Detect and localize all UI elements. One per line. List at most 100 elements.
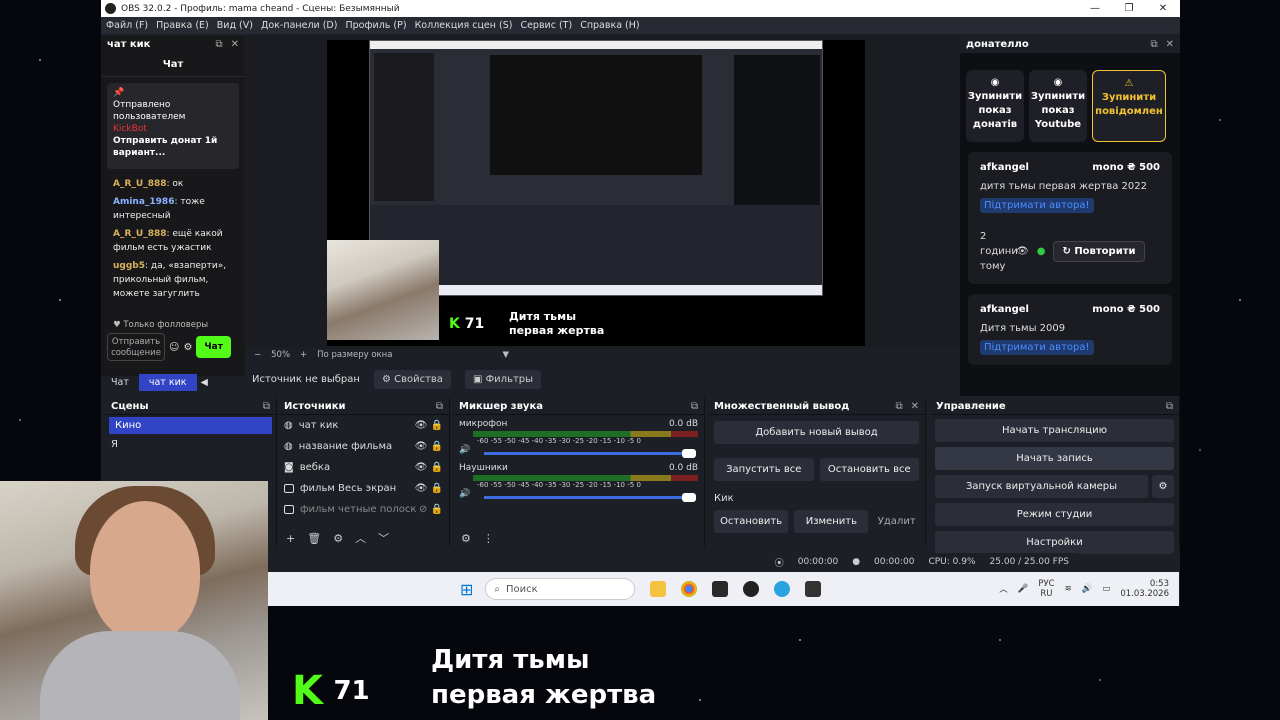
menu-file[interactable]: Файл (F)	[106, 20, 148, 31]
chevron-down-icon[interactable]: ▼	[502, 350, 509, 360]
close-icon[interactable]: ✕	[231, 39, 239, 50]
undock-icon[interactable]: ⧉	[215, 39, 222, 50]
menu-scene-collection[interactable]: Коллекция сцен (S)	[415, 20, 513, 31]
close-button[interactable]: ✕	[1146, 3, 1180, 14]
start-streaming-button[interactable]: Начать трансляцию	[935, 419, 1174, 442]
undock-icon[interactable]: ⧉	[263, 401, 270, 412]
chevron-up-icon[interactable]: ︿	[999, 583, 1008, 595]
delete-output-button[interactable]: Удалит	[874, 510, 919, 533]
clock-time[interactable]: 0:53	[1150, 579, 1169, 589]
menu-icon[interactable]: ⋮	[483, 532, 494, 545]
clock-date[interactable]: 01.03.2026	[1120, 589, 1169, 599]
menu-help[interactable]: Справка (H)	[580, 20, 639, 31]
menu-edit[interactable]: Правка (E)	[156, 20, 209, 31]
repeat-button[interactable]: ↻ Повторити	[1053, 241, 1145, 262]
taskbar-search[interactable]: ⌕ Поиск	[485, 578, 636, 600]
emote-icon[interactable]: ☺	[169, 342, 179, 353]
chat-user[interactable]: A_R_U_888	[113, 179, 167, 189]
up-icon[interactable]: ︿	[355, 530, 366, 546]
lock-icon[interactable]: 🔒	[431, 483, 443, 494]
menu-profile[interactable]: Профиль (P)	[345, 20, 406, 31]
fit-select[interactable]: По размеру окна	[317, 350, 392, 360]
add-output-button[interactable]: Добавить новый вывод	[714, 421, 919, 444]
studio-mode-button[interactable]: Режим студии	[935, 503, 1174, 526]
chat-user[interactable]: uggb5	[113, 261, 145, 271]
tab-arrow-icon[interactable]: ◀	[197, 374, 212, 391]
undock-icon[interactable]: ⧉	[436, 401, 443, 412]
stop-messages-button[interactable]: ⚠ Зупинити повідомлен	[1092, 70, 1166, 142]
chat-input[interactable]: Отправить сообщение	[107, 333, 165, 361]
tab-chat-kick[interactable]: чат кик	[138, 373, 197, 391]
menu-view[interactable]: Вид (V)	[217, 20, 253, 31]
eye-icon[interactable]: 👁	[1016, 246, 1029, 257]
source-item[interactable]: ◙ вебка 👁 🔒	[278, 457, 449, 478]
undock-icon[interactable]: ⧉	[691, 401, 698, 412]
tab-chat[interactable]: Чат	[101, 374, 139, 391]
source-item[interactable]: ◍ чат кик 👁 🔒	[278, 415, 449, 436]
menu-tools[interactable]: Сервис (T)	[520, 20, 572, 31]
support-author-link[interactable]: Підтримати автора!	[980, 198, 1094, 213]
trash-icon[interactable]: 🗑	[307, 532, 321, 545]
eye-icon[interactable]: 👁	[415, 483, 428, 494]
wifi-icon[interactable]: ≋	[1065, 584, 1072, 594]
start-all-button[interactable]: Запустить все	[714, 458, 814, 481]
maximize-button[interactable]: ❐	[1112, 3, 1146, 14]
chat-user[interactable]: Amina_1986	[113, 197, 174, 207]
eye-off-icon[interactable]: ⊘	[419, 504, 427, 515]
battery-icon[interactable]: ▭	[1102, 584, 1110, 594]
start-recording-button[interactable]: Начать запись	[935, 447, 1174, 470]
gear-icon[interactable]: ⚙	[1152, 475, 1174, 498]
zoom-in-button[interactable]: +	[300, 350, 307, 360]
language-code[interactable]: РУС	[1038, 579, 1054, 589]
source-item[interactable]: фильм четные полоск ⊘ 🔒	[278, 499, 449, 520]
support-author-link[interactable]: Підтримати автора!	[980, 340, 1094, 355]
volume-icon[interactable]: 🔊	[1082, 584, 1093, 594]
gear-icon[interactable]: ⚙	[183, 342, 192, 353]
stop-all-button[interactable]: Остановить все	[819, 458, 919, 481]
lock-icon[interactable]: 🔒	[431, 441, 443, 452]
eye-icon[interactable]: 👁	[415, 441, 428, 452]
stop-donations-button[interactable]: ◉ Зупинити показ донатів	[966, 70, 1024, 142]
undock-icon[interactable]: ⧉	[895, 401, 902, 412]
eye-icon[interactable]: 👁	[415, 420, 428, 431]
pinned-message[interactable]: 📌 Отправлено пользователем KickBot Отпра…	[107, 83, 239, 169]
lock-icon[interactable]: 🔒	[431, 462, 443, 473]
scene-item[interactable]: Я	[105, 436, 276, 453]
gear-icon[interactable]: ⚙	[333, 532, 343, 545]
properties-button[interactable]: ⚙ Свойства	[373, 369, 451, 389]
chat-user[interactable]: A_R_U_888	[113, 229, 167, 239]
start-virtual-camera-button[interactable]: Запуск виртуальной камеры	[935, 475, 1148, 498]
speaker-icon[interactable]: 🔊	[459, 489, 470, 499]
davinci-icon[interactable]	[712, 581, 729, 597]
minimize-button[interactable]: —	[1078, 3, 1112, 14]
down-icon[interactable]: ﹀	[378, 530, 389, 546]
source-item[interactable]: фильм Весь экран 👁 🔒	[278, 478, 449, 499]
chrome-icon[interactable]	[681, 581, 698, 597]
windows-start-icon[interactable]: ⊞	[460, 580, 473, 599]
obs-taskbar-icon[interactable]	[743, 581, 760, 597]
stop-youtube-button[interactable]: ◉ Зупинити показ Youtube	[1029, 70, 1087, 142]
undock-icon[interactable]: ⧉	[1166, 401, 1173, 412]
undock-icon[interactable]: ⧉	[1150, 39, 1157, 50]
zoom-out-button[interactable]: −	[254, 350, 261, 360]
scene-item[interactable]: Кино	[109, 417, 272, 434]
source-item[interactable]: ◍ название фильма 👁 🔒	[278, 436, 449, 457]
lock-icon[interactable]: 🔒	[431, 504, 443, 515]
lock-icon[interactable]: 🔒	[431, 420, 443, 431]
filters-button[interactable]: ▣ Фильтры	[464, 369, 542, 389]
preview-area[interactable]: K 71 Дитя тьмы первая жертва	[246, 36, 961, 348]
chat-send-button[interactable]: Чат	[196, 336, 231, 358]
stop-output-button[interactable]: Остановить	[714, 510, 789, 533]
telegram-icon[interactable]	[774, 581, 791, 597]
speaker-icon[interactable]: 🔊	[459, 445, 470, 455]
close-icon[interactable]: ✕	[911, 401, 919, 412]
mic-icon[interactable]: 🎤	[1018, 584, 1029, 594]
eye-icon[interactable]: 👁	[415, 462, 428, 473]
menu-docks[interactable]: Док-панели (D)	[261, 20, 337, 31]
volume-slider[interactable]	[484, 492, 696, 502]
advanced-audio-icon[interactable]: ⚙	[461, 532, 471, 545]
terminal-icon[interactable]	[805, 581, 822, 597]
edit-output-button[interactable]: Изменить	[794, 510, 869, 533]
volume-slider[interactable]	[484, 448, 696, 458]
close-icon[interactable]: ✕	[1166, 39, 1174, 50]
